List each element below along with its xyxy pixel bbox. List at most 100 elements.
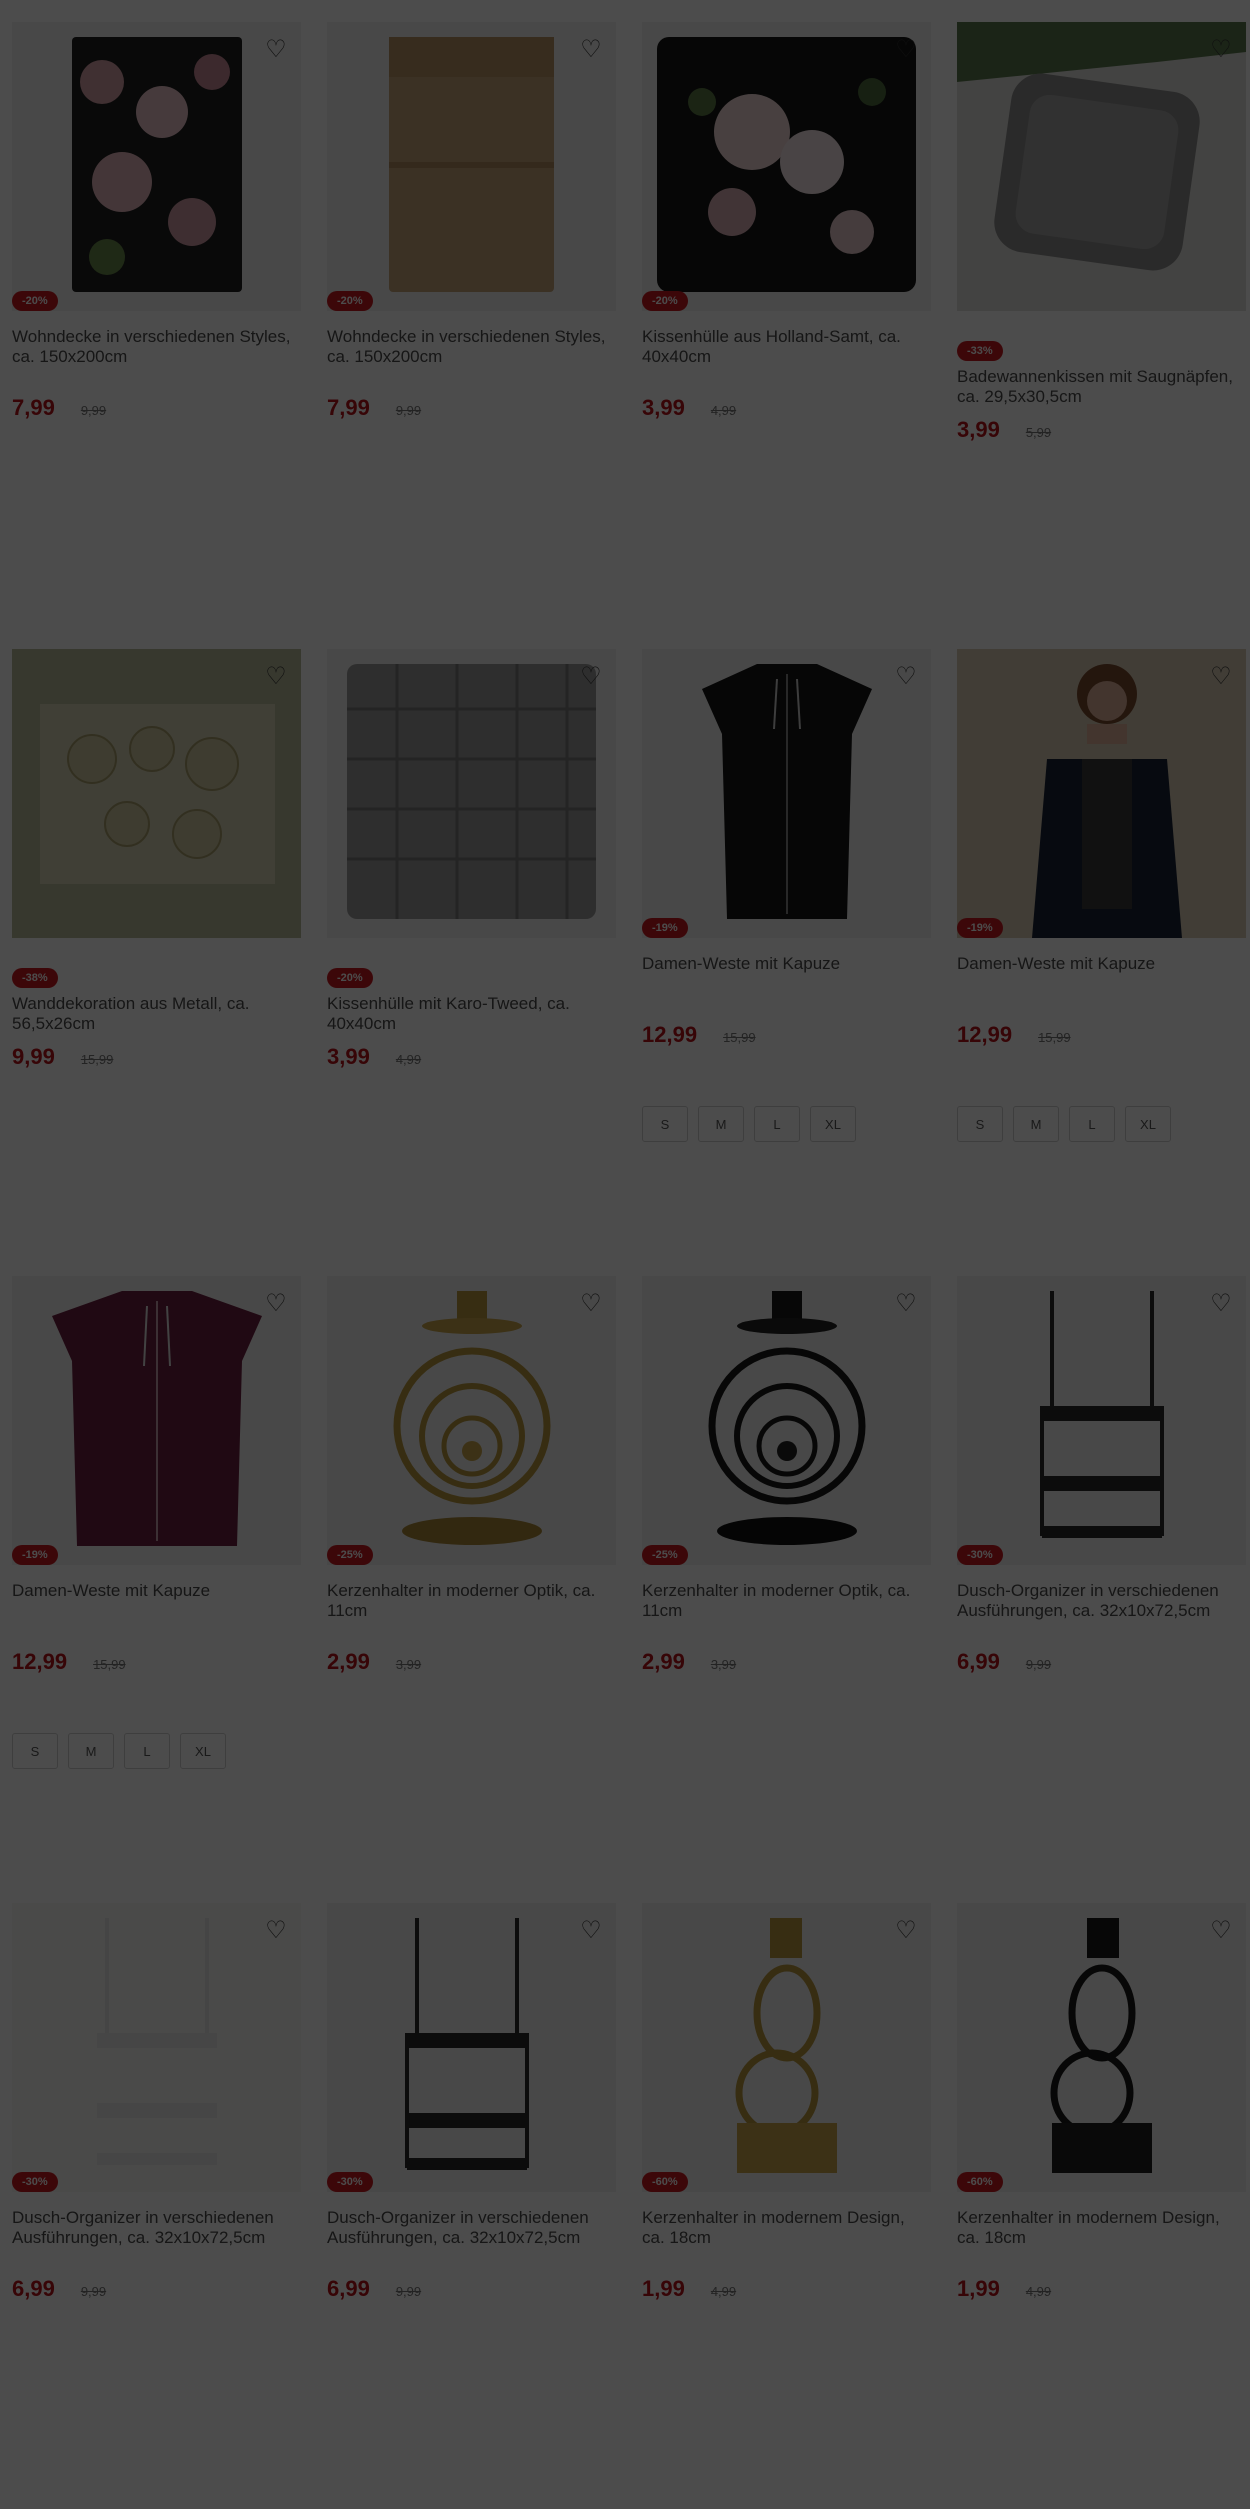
product-title[interactable]: Dusch-Organizer in verschiedenen Ausführ… [12,2208,301,2248]
size-option-m[interactable]: M [68,1733,114,1769]
product-image[interactable]: -20% ♡ [327,22,616,311]
product-title[interactable]: Kissenhülle mit Karo-Tweed, ca. 40x40cm [327,994,616,1034]
product-card[interactable]: -30% ♡ Dusch-Organizer in verschiedenen … [327,1903,616,2509]
price: 7,99 [327,395,370,420]
size-selector: S M L XL [642,1106,931,1142]
product-title[interactable]: Dusch-Organizer in verschiedenen Ausführ… [957,1581,1246,1621]
product-card[interactable]: -25% ♡ Kerzenhalter in moderner Optik, c… [642,1276,931,1903]
product-image[interactable]: ♡ [957,22,1246,311]
product-title[interactable]: Dusch-Organizer in verschiedenen Ausführ… [327,2208,616,2248]
old-price: 15,99 [93,1657,126,1672]
product-card[interactable]: -25% ♡ Kerzenhalter in moderner Optik, c… [327,1276,616,1903]
old-price: 15,99 [723,1030,756,1045]
discount-badge: -25% [642,1545,688,1565]
size-option-xl[interactable]: XL [1125,1106,1171,1142]
product-title[interactable]: Kerzenhalter in moderner Optik, ca. 11cm [327,1581,616,1621]
wishlist-heart-icon[interactable]: ♡ [889,1913,923,1947]
product-title[interactable]: Kerzenhalter in moderner Optik, ca. 11cm [642,1581,931,1621]
wishlist-heart-icon[interactable]: ♡ [574,32,608,66]
product-title[interactable]: Damen-Weste mit Kapuze [957,954,1246,994]
product-title[interactable]: Wohndecke in verschiedenen Styles, ca. 1… [12,327,301,367]
product-image[interactable]: -19% ♡ [12,1276,301,1565]
product-grid: -20% ♡ Wohndecke in verschiedenen Styles… [12,22,1246,2509]
product-image[interactable]: -20% ♡ [642,22,931,311]
product-title[interactable]: Kissenhülle aus Holland-Samt, ca. 40x40c… [642,327,931,367]
size-option-xl[interactable]: XL [180,1733,226,1769]
product-image[interactable]: -60% ♡ [642,1903,931,2192]
vest-black-image [702,664,872,919]
price: 12,99 [957,1022,1013,1047]
shower-organizer-white-image [12,1903,301,2192]
size-option-l[interactable]: L [124,1733,170,1769]
product-card[interactable]: -20% ♡ Wohndecke in verschiedenen Styles… [12,22,301,649]
product-image[interactable]: ♡ [12,649,301,938]
size-option-xl[interactable]: XL [810,1106,856,1142]
product-card[interactable]: -20% ♡ Wohndecke in verschiedenen Styles… [327,22,616,649]
size-option-s[interactable]: S [642,1106,688,1142]
wishlist-heart-icon[interactable]: ♡ [259,32,293,66]
bath-pillow-image [957,22,1246,311]
product-card[interactable]: -19% ♡ Damen-Weste mit Kapuze 12,99 15,9… [957,649,1246,1276]
product-title[interactable]: Wanddekoration aus Metall, ca. 56,5x26cm [12,994,301,1034]
wishlist-heart-icon[interactable]: ♡ [574,1913,608,1947]
wishlist-heart-icon[interactable]: ♡ [1204,659,1238,693]
wishlist-heart-icon[interactable]: ♡ [1204,1913,1238,1947]
product-card[interactable]: ♡ -33% Badewannenkissen mit Saugnäpfen, … [957,22,1246,649]
price: 6,99 [12,2276,55,2301]
product-image[interactable]: -30% ♡ [327,1903,616,2192]
size-option-m[interactable]: M [1013,1106,1059,1142]
discount-badge: -19% [12,1545,58,1565]
discount-badge: -19% [957,918,1003,938]
old-price: 4,99 [710,2284,737,2299]
discount-badge: -30% [957,1545,1003,1565]
product-card[interactable]: -30% ♡ Dusch-Organizer in verschiedenen … [12,1903,301,2509]
product-image[interactable]: -20% ♡ [12,22,301,311]
wishlist-heart-icon[interactable]: ♡ [889,1286,923,1320]
product-card[interactable]: ♡ -20% Kissenhülle mit Karo-Tweed, ca. 4… [327,649,616,1276]
product-title[interactable]: Wohndecke in verschiedenen Styles, ca. 1… [327,327,616,367]
shower-organizer-black-image [1040,1291,1164,1538]
price: 2,99 [642,1649,685,1674]
product-title[interactable]: Damen-Weste mit Kapuze [642,954,931,994]
size-option-l[interactable]: L [754,1106,800,1142]
product-card[interactable]: -19% ♡ Damen-Weste mit Kapuze 12,99 15,9… [642,649,931,1276]
wishlist-heart-icon[interactable]: ♡ [259,1913,293,1947]
product-image[interactable]: ♡ [327,649,616,938]
wishlist-heart-icon[interactable]: ♡ [1204,1286,1238,1320]
old-price: 9,99 [395,403,422,418]
product-title[interactable]: Kerzenhalter in modernem Design, ca. 18c… [957,2208,1246,2248]
price: 1,99 [957,2276,1000,2301]
wishlist-heart-icon[interactable]: ♡ [574,659,608,693]
product-card[interactable]: -19% ♡ Damen-Weste mit Kapuze 12,99 15,9… [12,1276,301,1903]
size-option-s[interactable]: S [957,1106,1003,1142]
product-title[interactable]: Kerzenhalter in modernem Design, ca. 18c… [642,2208,931,2248]
discount-badge: -20% [642,291,688,311]
wishlist-heart-icon[interactable]: ♡ [1204,32,1238,66]
product-card[interactable]: -20% ♡ Kissenhülle aus Holland-Samt, ca.… [642,22,931,649]
product-title[interactable]: Badewannenkissen mit Saugnäpfen, ca. 29,… [957,367,1246,407]
product-card[interactable]: -30% ♡ Dusch-Organizer in verschiedenen … [957,1276,1246,1903]
product-card[interactable]: ♡ -38% Wanddekoration aus Metall, ca. 56… [12,649,301,1276]
product-image[interactable]: -30% ♡ [957,1276,1246,1565]
product-image[interactable]: -60% ♡ [957,1903,1246,2192]
vest-model-image [957,649,1246,938]
product-image[interactable]: -25% ♡ [642,1276,931,1565]
product-image[interactable]: -25% ♡ [327,1276,616,1565]
product-image[interactable]: -19% ♡ [642,649,931,938]
size-option-l[interactable]: L [1069,1106,1115,1142]
product-card[interactable]: -60% ♡ Kerzenhalter in modernem Design, … [957,1903,1246,2509]
product-card[interactable]: -60% ♡ Kerzenhalter in modernem Design, … [642,1903,931,2509]
candle-holder-gold-image [393,1291,551,1545]
product-title[interactable]: Damen-Weste mit Kapuze [12,1581,301,1621]
discount-badge: -30% [12,2172,58,2192]
old-price: 15,99 [1038,1030,1071,1045]
wishlist-heart-icon[interactable]: ♡ [259,1286,293,1320]
product-image[interactable]: -30% ♡ [12,1903,301,2192]
wishlist-heart-icon[interactable]: ♡ [889,32,923,66]
wishlist-heart-icon[interactable]: ♡ [574,1286,608,1320]
size-option-s[interactable]: S [12,1733,58,1769]
size-option-m[interactable]: M [698,1106,744,1142]
product-image[interactable]: -19% ♡ [957,649,1246,938]
wishlist-heart-icon[interactable]: ♡ [889,659,923,693]
wishlist-heart-icon[interactable]: ♡ [259,659,293,693]
